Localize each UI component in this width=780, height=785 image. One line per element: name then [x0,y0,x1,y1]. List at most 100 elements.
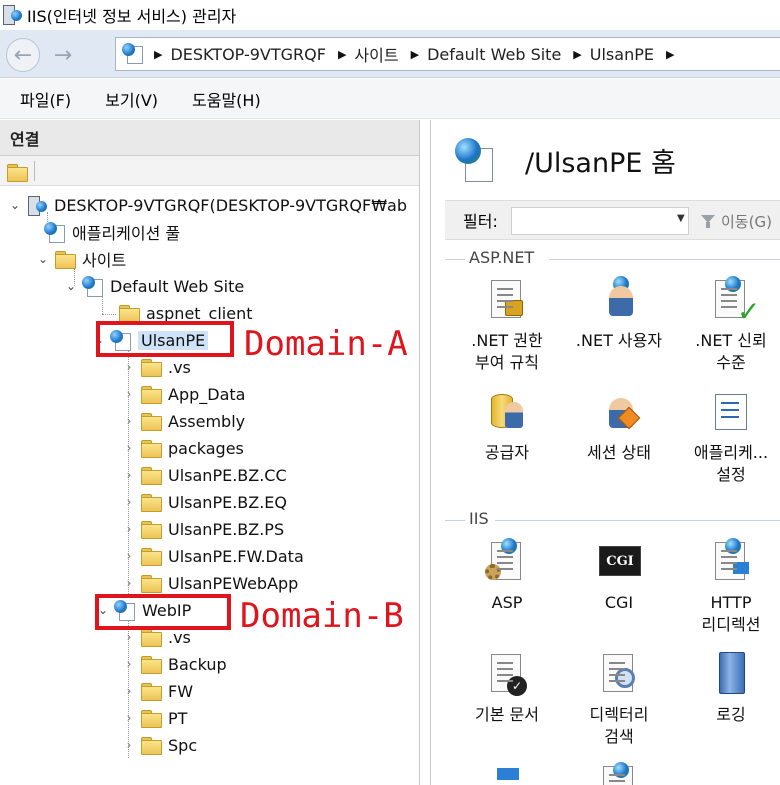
chevron-right-icon[interactable]: › [122,549,136,563]
menu-file[interactable]: 파일(F) [20,87,71,111]
site-home-icon [455,138,499,182]
chevron-right-icon[interactable]: › [122,414,136,428]
tree-node-default-web-site[interactable]: ⌄ Default Web Site [64,273,244,299]
lock-icon [505,300,523,316]
tree-node-sites[interactable]: ⌄ 사이트 [36,246,126,272]
tree-node-folder[interactable]: › packages [122,435,244,461]
cgi-badge: CGI [599,546,641,576]
chevron-down-icon[interactable]: ⌄ [64,279,78,293]
tree-node-app-pools[interactable]: 애플리케이션 풀 [44,219,180,245]
tree-node-folder[interactable]: › PT [122,705,187,731]
server-icon [26,195,48,216]
feature-asp[interactable]: ASP [457,538,557,614]
chevron-right-icon[interactable]: › [122,360,136,374]
feature-label: 기본 문서 [475,705,539,724]
chevron-right-icon[interactable]: ▶ [338,48,346,61]
net-users-icon [595,276,643,324]
breadcrumb-sites[interactable]: 사이트 [354,42,398,66]
feature-http-redirect[interactable]: HTTP 리디렉션 [681,538,780,636]
tree-node-label: UlsanPE.BZ.EQ [168,492,288,512]
feature-label: 설정 [716,465,746,484]
breadcrumb[interactable]: ▶ DESKTOP-9VTGRQF ▶ 사이트 ▶ Default Web Si… [115,37,780,71]
chevron-right-icon[interactable]: ▶ [666,48,674,61]
arrow-icon [497,768,519,780]
tree-node-label: PT [168,708,188,728]
chevron-right-icon[interactable]: › [122,387,136,401]
chevron-right-icon[interactable]: › [122,684,136,698]
chevron-right-icon[interactable]: ▶ [154,48,162,61]
domain-a-highlight [96,321,234,357]
back-button[interactable]: ← [6,38,40,72]
feature-label: 리디렉션 [701,615,761,634]
feature-label: 디렉터리 [589,705,649,724]
forward-button[interactable]: → [46,38,80,72]
feature-providers[interactable]: 공급자 [457,388,557,464]
filter-input[interactable] [511,207,689,235]
tree-node-folder[interactable]: › UlsanPE.BZ.CC [122,462,287,488]
feature-session-state[interactable]: 세션 상태 [569,388,669,464]
folder-icon [140,492,162,512]
chevron-right-icon[interactable]: › [122,738,136,752]
feature-partial[interactable] [569,762,669,785]
tree-node-folder[interactable]: › Assembly [122,408,245,434]
tree-node-folder[interactable]: › Spc [122,732,197,758]
chevron-right-icon[interactable]: ▶ [573,48,581,61]
app-settings-icon [707,388,755,436]
folder-icon [140,654,162,674]
menu-view[interactable]: 보기(V) [105,87,158,111]
feature-directory-browsing[interactable]: 디렉터리 검색 [569,650,669,748]
chevron-right-icon[interactable]: › [122,468,136,482]
go-button[interactable]: 이동(G) [701,211,772,232]
chevron-right-icon[interactable]: › [122,441,136,455]
feature-label: 애플리케... [693,443,769,462]
default-document-icon: ✓ [483,650,531,698]
filter-label: 필터: [463,212,498,231]
feature-label: .NET 권한 [471,331,543,350]
authorization-rules-icon [483,276,531,324]
tree-node-server[interactable]: ⌄ DESKTOP-9VTGRQF(DESKTOP-9VTGRQF₩ab [8,192,407,218]
tree-node-label: packages [168,438,244,458]
chevron-right-icon[interactable]: › [122,711,136,725]
feature-net-users[interactable]: .NET 사용자 [569,276,669,352]
tree-node-folder[interactable]: › Backup [122,651,227,677]
feature-label: 부여 규칙 [475,353,539,372]
tree-node-folder[interactable]: › UlsanPEWebApp [122,570,298,596]
feature-net-authorization[interactable]: .NET 권한 부여 규칙 [457,276,557,374]
connections-pane: 연결 ⌄ DESKTOP-9VTGRQF(DESKTOP-9VTGRQF₩ab … [0,120,420,785]
chevron-right-icon[interactable]: › [122,495,136,509]
session-state-icon [595,388,643,436]
feature-app-settings[interactable]: 애플리케... 설정 [681,388,780,486]
feature-net-trust-levels[interactable]: ✓ .NET 신뢰 수준 [681,276,780,374]
domain-b-highlight [95,594,231,630]
tree-node-folder[interactable]: › UlsanPE.BZ.PS [122,516,284,542]
tree-node-folder[interactable]: › FW [122,678,193,704]
feature-label: ASP [491,593,523,612]
group-divider [549,259,780,260]
chevron-right-icon[interactable]: › [122,630,136,644]
chevron-right-icon[interactable]: › [122,522,136,536]
tree-node-label: Backup [168,654,227,674]
feature-partial[interactable] [457,762,557,785]
tree-node-folder[interactable]: › App_Data [122,381,245,407]
chevron-down-icon[interactable]: ⌄ [36,252,50,266]
chevron-right-icon[interactable]: › [122,657,136,671]
feature-default-document[interactable]: ✓ 기본 문서 [457,650,557,726]
tree-node-folder[interactable]: › UlsanPE.BZ.EQ [122,489,287,515]
breadcrumb-ulsanpe[interactable]: UlsanPE [590,45,654,64]
feature-cgi[interactable]: CGI CGI [569,538,669,614]
arrow-right-icon: → [53,42,73,68]
connections-header: 연결 [0,120,419,156]
chevron-right-icon[interactable]: ▶ [411,48,419,61]
group-divider [445,259,465,260]
tree-node-label: DESKTOP-9VTGRQF(DESKTOP-9VTGRQF₩ab [54,195,407,215]
chevron-right-icon[interactable]: › [122,576,136,590]
tree-node-folder[interactable]: › .vs [122,354,191,380]
menu-help[interactable]: 도움말(H) [192,87,261,111]
feature-logging[interactable]: 로깅 [681,650,780,726]
dropdown-arrow-icon[interactable]: ▼ [677,213,685,224]
breadcrumb-server[interactable]: DESKTOP-9VTGRQF [170,45,325,64]
tree-node-folder[interactable]: › UlsanPE.FW.Data [122,543,304,569]
connect-icon[interactable] [6,162,28,182]
chevron-down-icon[interactable]: ⌄ [8,198,22,212]
breadcrumb-default-web-site[interactable]: Default Web Site [427,45,561,64]
